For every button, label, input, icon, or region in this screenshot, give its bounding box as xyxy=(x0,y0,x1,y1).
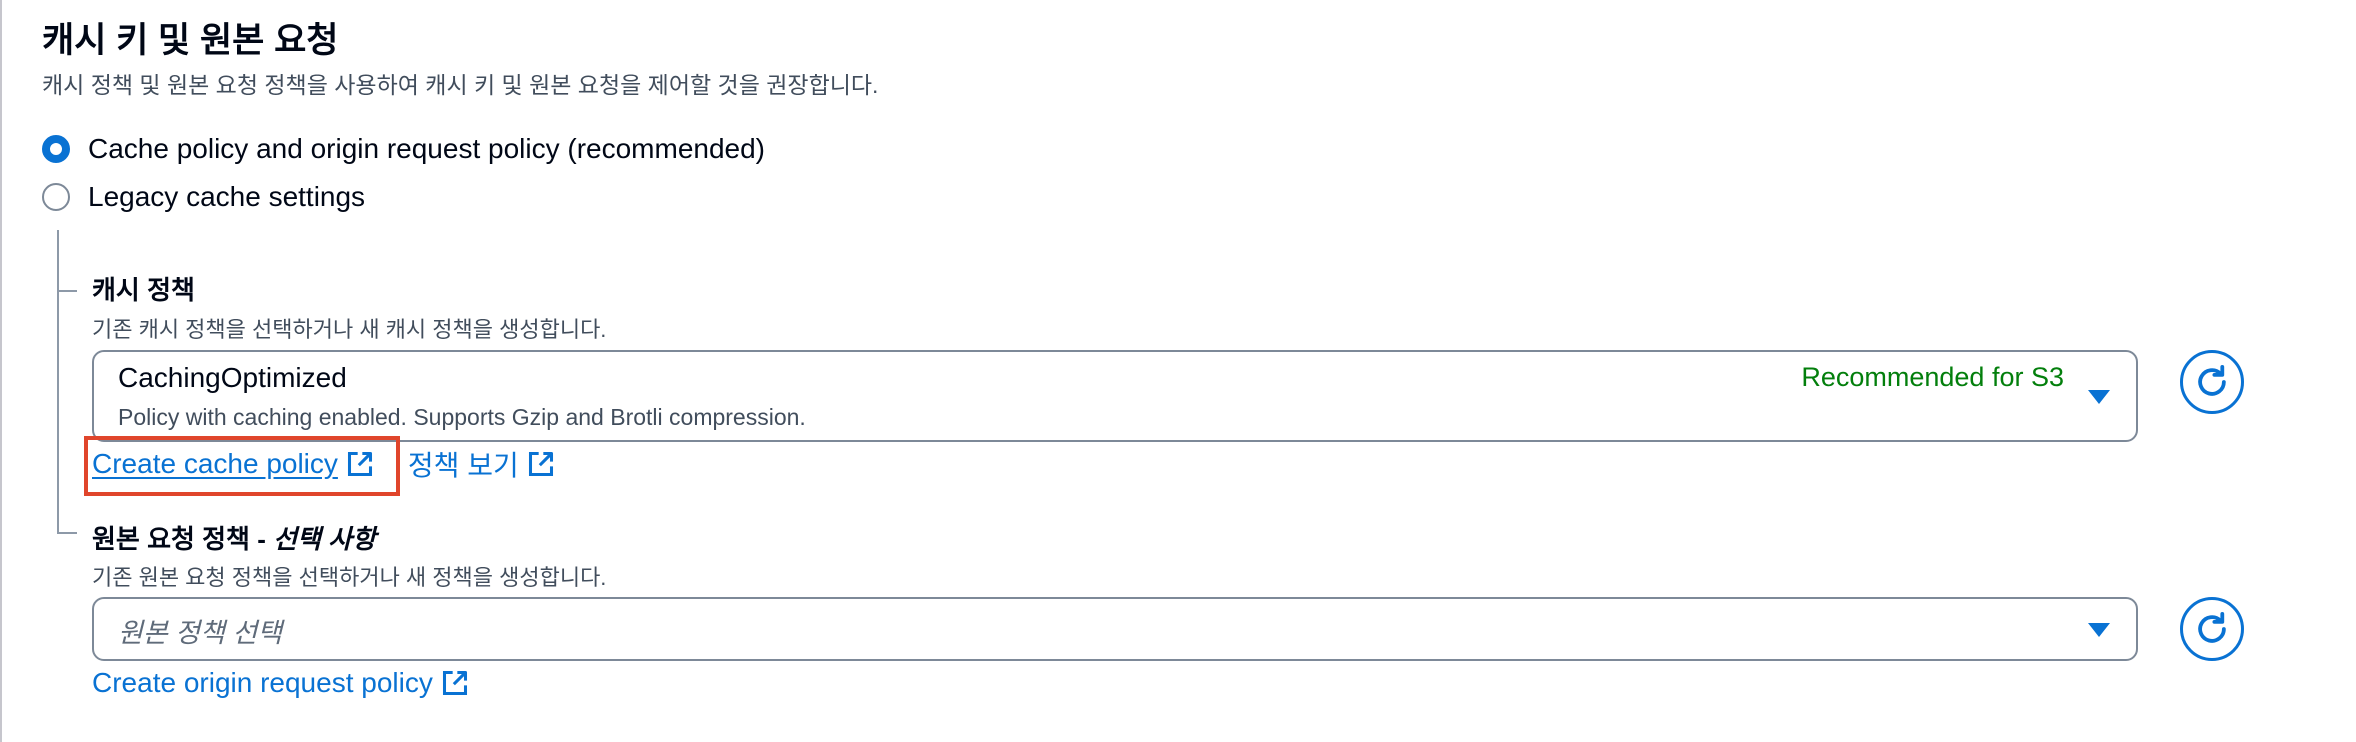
radio-legacy-cache-settings[interactable]: Legacy cache settings xyxy=(42,179,365,215)
select-value: CachingOptimized xyxy=(118,362,347,393)
tree-connector-branch xyxy=(57,532,77,534)
create-origin-request-policy-link[interactable]: Create origin request policy xyxy=(92,667,469,699)
radio-selected-indicator[interactable] xyxy=(42,135,70,163)
cache-policy-description: 기존 캐시 정책을 선택하거나 새 캐시 정책을 생성합니다. xyxy=(92,317,607,342)
select-placeholder: 원본 정책 선택 xyxy=(118,618,283,648)
label-main: 원본 요청 정책 - xyxy=(92,524,274,554)
cache-key-origin-request-section: 캐시 키 및 원본 요청 캐시 정책 및 원본 요청 정책을 사용하여 캐시 키… xyxy=(0,0,2356,742)
link-text[interactable]: 정책 보기 xyxy=(408,444,519,484)
label-optional: 선택 사항 xyxy=(273,524,376,554)
radio-unselected-indicator[interactable] xyxy=(42,183,70,211)
section-title: 캐시 키 및 원본 요청 xyxy=(42,21,339,60)
highlight-annotation-box xyxy=(84,436,400,496)
caret-down-icon[interactable] xyxy=(2088,623,2110,637)
refresh-icon xyxy=(2198,365,2226,396)
origin-request-policy-select[interactable]: 원본 정책 선택 xyxy=(92,597,2138,661)
external-link-icon xyxy=(442,670,467,696)
origin-request-policy-links: Create origin request policy xyxy=(92,667,469,699)
refresh-origin-request-policy-button[interactable] xyxy=(2180,597,2244,661)
origin-request-policy-description: 기존 원본 요청 정책을 선택하거나 새 정책을 생성합니다. xyxy=(92,565,607,590)
view-policy-link[interactable]: 정책 보기 xyxy=(408,444,555,484)
origin-request-policy-label: 원본 요청 정책 - 선택 사항 xyxy=(92,519,376,556)
cache-policy-label: 캐시 정책 xyxy=(92,275,195,305)
link-text[interactable]: Create origin request policy xyxy=(92,667,433,699)
recommended-tag: Recommended for S3 xyxy=(1801,362,2064,392)
radio-label: Legacy cache settings xyxy=(88,181,366,212)
tree-connector-vertical xyxy=(57,230,59,532)
cache-policy-select[interactable]: CachingOptimized Policy with caching ena… xyxy=(92,350,2138,442)
refresh-icon xyxy=(2198,612,2226,643)
select-value-description: Policy with caching enabled. Supports Gz… xyxy=(118,404,806,430)
tree-connector-branch xyxy=(57,290,77,292)
section-description: 캐시 정책 및 원본 요청 정책을 사용하여 캐시 키 및 원본 요청을 제어할… xyxy=(42,72,879,98)
external-link-icon xyxy=(528,451,553,477)
radio-label: Cache policy and origin request policy (… xyxy=(88,133,766,164)
refresh-cache-policy-button[interactable] xyxy=(2180,350,2244,414)
caret-down-icon[interactable] xyxy=(2088,390,2110,404)
radio-cache-policy-recommended[interactable]: Cache policy and origin request policy (… xyxy=(42,131,765,167)
